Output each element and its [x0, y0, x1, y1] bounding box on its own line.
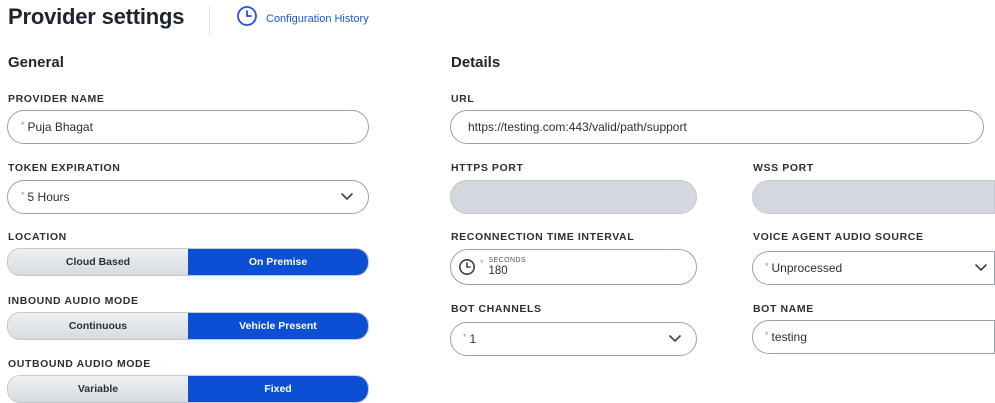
- location-toggle[interactable]: Cloud Based On Premise: [7, 248, 369, 276]
- required-marker: *: [21, 190, 25, 200]
- wss-port-label: WSS PORT: [753, 162, 814, 174]
- clock-icon: [236, 5, 258, 32]
- url-label: URL: [451, 93, 475, 105]
- url-input[interactable]: https://testing.com:443/valid/path/suppo…: [450, 110, 984, 144]
- chevron-down-icon: [975, 264, 987, 272]
- clock-icon: [458, 258, 476, 276]
- token-expiration-select[interactable]: * 5 Hours: [7, 180, 369, 214]
- configuration-history-label: Configuration History: [266, 12, 369, 25]
- bot-name-value: testing: [771, 330, 807, 344]
- chevron-down-icon: [669, 335, 681, 343]
- voice-agent-audio-source-value: Unprocessed: [771, 261, 843, 275]
- details-section-title: Details: [451, 54, 501, 71]
- inbound-audio-mode-label: INBOUND AUDIO MODE: [8, 295, 139, 307]
- required-marker: *: [21, 120, 25, 130]
- location-option-cloud-based[interactable]: Cloud Based: [8, 249, 188, 275]
- provider-name-label: PROVIDER NAME: [8, 93, 105, 105]
- https-port-label: HTTPS PORT: [451, 162, 524, 174]
- bot-channels-value: 1: [469, 332, 477, 346]
- bot-name-label: BOT NAME: [753, 303, 814, 315]
- outbound-option-variable[interactable]: Variable: [8, 376, 188, 402]
- required-marker: *: [765, 261, 769, 271]
- provider-name-value: Puja Bhagat: [27, 120, 93, 134]
- required-marker: *: [463, 332, 467, 342]
- inbound-audio-mode-toggle[interactable]: Continuous Vehicle Present: [7, 312, 369, 340]
- https-port-input: [450, 180, 697, 214]
- outbound-audio-mode-label: OUTBOUND AUDIO MODE: [8, 358, 151, 370]
- token-expiration-value: 5 Hours: [27, 190, 70, 204]
- outbound-audio-mode-toggle[interactable]: Variable Fixed: [7, 375, 369, 403]
- voice-agent-audio-source-label: VOICE AGENT AUDIO SOURCE: [753, 231, 924, 243]
- configuration-history-link[interactable]: Configuration History: [236, 5, 369, 32]
- reconnection-interval-label: RECONNECTION TIME INTERVAL: [451, 231, 635, 243]
- reconnection-interval-input[interactable]: * SECONDS 180: [450, 249, 697, 285]
- provider-name-input[interactable]: * Puja Bhagat: [7, 110, 369, 144]
- reconnection-interval-value: 180: [488, 264, 508, 277]
- bot-channels-label: BOT CHANNELS: [451, 303, 542, 315]
- inbound-option-vehicle-present[interactable]: Vehicle Present: [188, 313, 368, 339]
- inbound-option-continuous[interactable]: Continuous: [8, 313, 188, 339]
- location-option-on-premise[interactable]: On Premise: [188, 249, 368, 275]
- chevron-down-icon: [341, 193, 353, 201]
- url-value: https://testing.com:443/valid/path/suppo…: [468, 120, 687, 134]
- token-expiration-label: TOKEN EXPIRATION: [8, 162, 121, 174]
- bot-channels-select[interactable]: * 1: [450, 322, 697, 356]
- outbound-option-fixed[interactable]: Fixed: [188, 376, 368, 402]
- page-title: Provider settings: [8, 4, 185, 29]
- general-section-title: General: [8, 54, 64, 71]
- required-marker: *: [480, 258, 484, 268]
- wss-port-input: [752, 180, 995, 214]
- required-marker: *: [765, 330, 769, 340]
- bot-name-input[interactable]: * testing: [752, 320, 995, 354]
- voice-agent-audio-source-select[interactable]: * Unprocessed: [752, 251, 995, 285]
- location-label: LOCATION: [8, 231, 67, 243]
- header-divider: [209, 6, 210, 36]
- reconnection-unit-label: SECONDS: [488, 256, 526, 264]
